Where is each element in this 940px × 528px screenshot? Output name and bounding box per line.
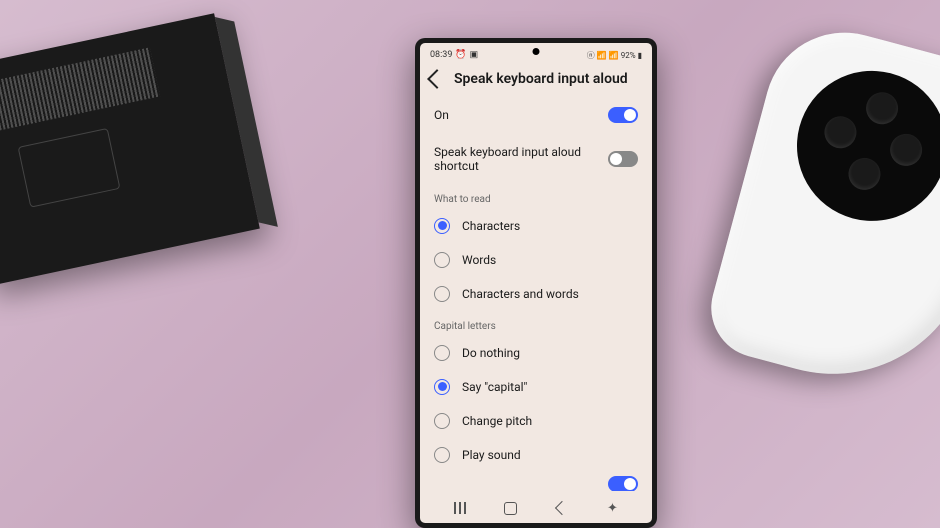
box-side [215, 17, 278, 227]
main-toggle-switch[interactable] [608, 107, 638, 123]
controller-body [700, 15, 940, 406]
main-toggle-label: On [434, 108, 608, 122]
radio-play-sound[interactable]: Play sound [420, 438, 652, 472]
nav-accessibility-icon[interactable]: ✦ [605, 500, 621, 516]
radio-label: Say "capital" [462, 380, 527, 394]
status-time: 08:39 [430, 50, 452, 60]
notification-icon: ⏰ [455, 50, 466, 60]
product-box: Galaxy S24 Ultra [0, 13, 260, 286]
signal-icon: 📶 [609, 51, 619, 60]
navigation-bar: ✦ [420, 491, 652, 523]
radio-characters-and-words[interactable]: Characters and words [420, 277, 652, 311]
barcode-graphic [0, 47, 160, 133]
back-icon[interactable] [427, 69, 447, 89]
partial-toggle-switch[interactable] [608, 476, 638, 491]
signal-icon: 📶 [597, 51, 607, 60]
radio-icon[interactable] [434, 379, 450, 395]
notification-icon: ▣ [470, 50, 479, 60]
nav-back-icon[interactable] [554, 500, 570, 516]
page-title: Speak keyboard input aloud [454, 71, 628, 87]
radio-icon[interactable] [434, 345, 450, 361]
radio-change-pitch[interactable]: Change pitch [420, 404, 652, 438]
section-capital-letters: Capital letters [420, 311, 652, 336]
phone-screen: 08:39 ⏰ ▣ ⓝ 📶 📶 92% ▮ Speak keyboard inp… [420, 43, 652, 523]
radio-icon[interactable] [434, 413, 450, 429]
nav-recents-icon[interactable] [452, 500, 468, 516]
shortcut-toggle-row[interactable]: Speak keyboard input aloud shortcut [420, 135, 652, 184]
section-what-to-read: What to read [420, 184, 652, 209]
shortcut-toggle-label: Speak keyboard input aloud shortcut [434, 145, 608, 174]
radio-icon[interactable] [434, 218, 450, 234]
nfc-icon: ⓝ [587, 50, 595, 61]
shortcut-toggle-switch[interactable] [608, 151, 638, 167]
radio-words[interactable]: Words [420, 243, 652, 277]
main-toggle-row[interactable]: On [420, 95, 652, 135]
nav-home-icon[interactable] [503, 500, 519, 516]
radio-label: Play sound [462, 448, 521, 462]
radio-icon[interactable] [434, 286, 450, 302]
radio-icon[interactable] [434, 447, 450, 463]
radio-label: Characters [462, 219, 520, 233]
battery-icon: ▮ [638, 51, 642, 60]
radio-label: Words [462, 253, 496, 267]
radio-say-capital[interactable]: Say "capital" [420, 370, 652, 404]
page-header: Speak keyboard input aloud [420, 65, 652, 95]
partial-next-row[interactable] [420, 472, 652, 491]
radio-icon[interactable] [434, 252, 450, 268]
settings-list[interactable]: On Speak keyboard input aloud shortcut W… [420, 95, 652, 491]
camera-cutout [533, 48, 540, 55]
radio-do-nothing[interactable]: Do nothing [420, 336, 652, 370]
radio-label: Characters and words [462, 287, 579, 301]
phone-frame: 08:39 ⏰ ▣ ⓝ 📶 📶 92% ▮ Speak keyboard inp… [415, 38, 657, 528]
game-controller [740, 40, 940, 400]
radio-label: Change pitch [462, 414, 532, 428]
radio-label: Do nothing [462, 346, 520, 360]
battery-percent: 92% [621, 51, 636, 60]
radio-characters[interactable]: Characters [420, 209, 652, 243]
spen-graphic [18, 128, 121, 208]
